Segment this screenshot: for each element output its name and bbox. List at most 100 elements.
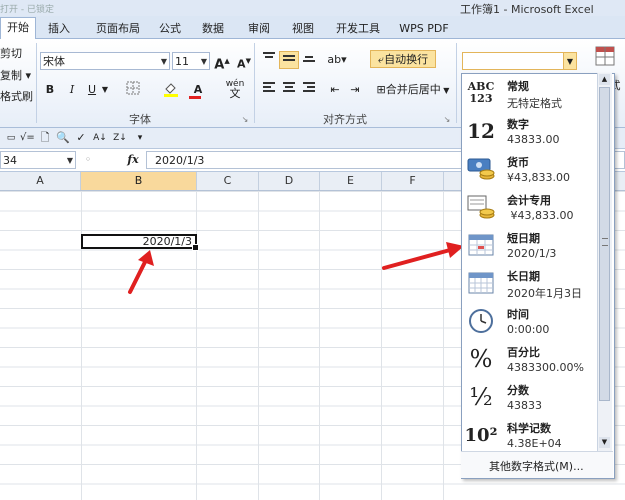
column-header-c[interactable]: C bbox=[197, 172, 259, 190]
chevron-down-icon: ▼ bbox=[200, 57, 207, 66]
name-box-value: 34 bbox=[3, 154, 17, 167]
fill-color-button[interactable] bbox=[158, 81, 184, 99]
toolbar-icon[interactable]: ▭ bbox=[4, 129, 18, 147]
cut-button[interactable]: 剪切 bbox=[0, 45, 30, 63]
percent-icon: % bbox=[469, 345, 493, 373]
scroll-thumb[interactable] bbox=[599, 87, 610, 401]
grow-font-label: A bbox=[214, 57, 225, 73]
column-header-b[interactable]: B bbox=[81, 172, 197, 190]
column-header-f[interactable]: F bbox=[382, 172, 444, 190]
align-center-button[interactable] bbox=[280, 81, 298, 99]
column-header-d[interactable]: D bbox=[259, 172, 320, 190]
filter-icon[interactable]: √= bbox=[20, 129, 35, 147]
format-item-percentage[interactable]: % 百分比 4383300.00% bbox=[462, 341, 598, 379]
scroll-down-icon[interactable]: ▼ bbox=[599, 437, 610, 448]
format-example: ¥43,833.00 bbox=[507, 209, 574, 222]
number-format-dropdown-button[interactable]: ▼ bbox=[563, 52, 577, 70]
column-header-e[interactable]: E bbox=[320, 172, 382, 190]
accounting-icon bbox=[466, 192, 496, 222]
fraction-icon: ½ bbox=[469, 383, 493, 411]
alignment-group-label: 对齐方式 bbox=[323, 113, 367, 126]
format-item-accounting[interactable]: 会计专用 ¥43,833.00 bbox=[462, 189, 598, 227]
abc-123-icon: ABC 123 bbox=[467, 80, 495, 105]
fill-handle[interactable] bbox=[192, 244, 199, 251]
tab-wps-pdf[interactable]: WPS PDF bbox=[396, 19, 452, 38]
dropdown-scrollbar[interactable]: ▲ ▼ bbox=[597, 73, 612, 451]
align-bottom-button[interactable] bbox=[300, 51, 318, 69]
align-left-icon bbox=[263, 82, 275, 92]
format-name: 时间 bbox=[507, 308, 529, 321]
format-example: 43833.00 bbox=[507, 133, 560, 146]
copy-button[interactable]: 复制 ▾ bbox=[0, 67, 34, 85]
print-preview-icon[interactable]: 🔍 bbox=[56, 129, 70, 147]
tab-view[interactable]: 视图 bbox=[284, 19, 322, 38]
align-top-button[interactable] bbox=[260, 51, 278, 69]
insert-function-button[interactable]: fx bbox=[124, 151, 142, 169]
formula-separator-handle[interactable]: ◦ bbox=[80, 151, 96, 169]
format-item-time[interactable]: 时间 0:00:00 bbox=[462, 303, 598, 341]
dialog-launcher-icon[interactable]: ↘ bbox=[240, 111, 250, 129]
increase-indent-button[interactable]: ⇥ bbox=[346, 81, 364, 99]
new-document-icon[interactable]: 🗋 bbox=[38, 129, 52, 147]
wrap-text-button[interactable]: ⤶自动换行 bbox=[370, 50, 436, 68]
spelling-icon[interactable]: ✓ bbox=[74, 129, 88, 147]
format-name: 货币 bbox=[507, 156, 529, 169]
name-box[interactable]: 34 ▼ bbox=[0, 151, 76, 169]
format-item-short-date[interactable]: 短日期 2020/1/3 bbox=[462, 227, 598, 265]
shrink-font-label: A bbox=[237, 57, 246, 71]
column-header-a[interactable]: A bbox=[0, 172, 81, 190]
tab-review[interactable]: 审阅 bbox=[240, 19, 278, 38]
decrease-indent-button[interactable]: ⇤ bbox=[326, 81, 344, 99]
font-size-combo[interactable]: 11 ▼ bbox=[172, 52, 210, 70]
format-name: 数字 bbox=[507, 118, 529, 131]
orientation-button[interactable]: ab▾ bbox=[326, 51, 348, 69]
more-number-formats[interactable]: 其他数字格式(M)... bbox=[461, 451, 613, 478]
dialog-launcher-icon[interactable]: ↘ bbox=[442, 111, 452, 129]
phonetic-button[interactable]: wén 文 bbox=[222, 79, 248, 99]
tab-page-layout[interactable]: 页面布局 bbox=[86, 19, 150, 38]
sort-ascending-icon[interactable]: A↓ bbox=[92, 129, 108, 147]
format-item-fraction[interactable]: ½ 分数 43833 bbox=[462, 379, 598, 417]
format-name: 科学记数 bbox=[507, 422, 551, 435]
shrink-font-button[interactable]: A▼ bbox=[236, 52, 252, 71]
sort-descending-icon[interactable]: Z↓ bbox=[112, 129, 128, 147]
format-item-currency[interactable]: 货币 ¥43,833.00 bbox=[462, 151, 598, 189]
scroll-up-icon[interactable]: ▲ bbox=[599, 74, 610, 85]
align-middle-icon bbox=[283, 55, 295, 61]
customize-toolbar-icon[interactable]: ▾ bbox=[134, 129, 146, 147]
clock-icon bbox=[466, 306, 496, 336]
grow-font-button[interactable]: A▲ bbox=[214, 52, 230, 73]
tab-home[interactable]: 开始 bbox=[0, 17, 36, 40]
format-item-number[interactable]: 12 数字 43833.00 bbox=[462, 113, 598, 151]
conditional-format-button[interactable] bbox=[592, 45, 620, 71]
tab-insert[interactable]: 插入 bbox=[40, 19, 78, 38]
tab-formulas[interactable]: 公式 bbox=[152, 19, 188, 38]
format-painter-button[interactable]: 格式刷 bbox=[0, 88, 34, 106]
font-color-button[interactable]: A bbox=[186, 81, 210, 99]
align-center-icon bbox=[283, 82, 295, 92]
tab-developer[interactable]: 开发工具 bbox=[328, 19, 388, 38]
format-example: ¥43,833.00 bbox=[507, 171, 570, 184]
align-left-button[interactable] bbox=[260, 81, 278, 99]
number-format-combo[interactable] bbox=[462, 52, 576, 70]
align-right-button[interactable] bbox=[300, 81, 318, 99]
font-name-combo[interactable]: 宋体 ▼ bbox=[40, 52, 170, 70]
active-cell-b[interactable]: 2020/1/3 bbox=[81, 234, 199, 251]
italic-button[interactable]: I bbox=[64, 81, 80, 99]
tab-data[interactable]: 数据 bbox=[194, 19, 232, 38]
format-item-scientific[interactable]: 10² 科学记数 4.38E+04 bbox=[462, 417, 598, 455]
window-title: 工作簿1 - Microsoft Excel bbox=[460, 3, 594, 16]
group-separator bbox=[456, 43, 457, 123]
grid-line bbox=[319, 191, 320, 500]
format-item-general[interactable]: ABC 123 常规 无特定格式 bbox=[462, 75, 598, 113]
chevron-down-icon[interactable]: ▼ bbox=[100, 81, 110, 99]
merge-icon: ⊞ bbox=[376, 83, 386, 96]
calendar-icon bbox=[466, 268, 496, 298]
underline-button[interactable]: U bbox=[84, 81, 100, 99]
merge-center-button[interactable]: ⊞合并后居中 ▼ bbox=[370, 81, 456, 99]
group-separator bbox=[36, 43, 37, 123]
bold-button[interactable]: B bbox=[42, 81, 58, 99]
align-middle-button[interactable] bbox=[279, 51, 299, 69]
format-item-long-date[interactable]: 长日期 2020年1月3日 bbox=[462, 265, 598, 303]
border-button[interactable] bbox=[120, 81, 146, 99]
